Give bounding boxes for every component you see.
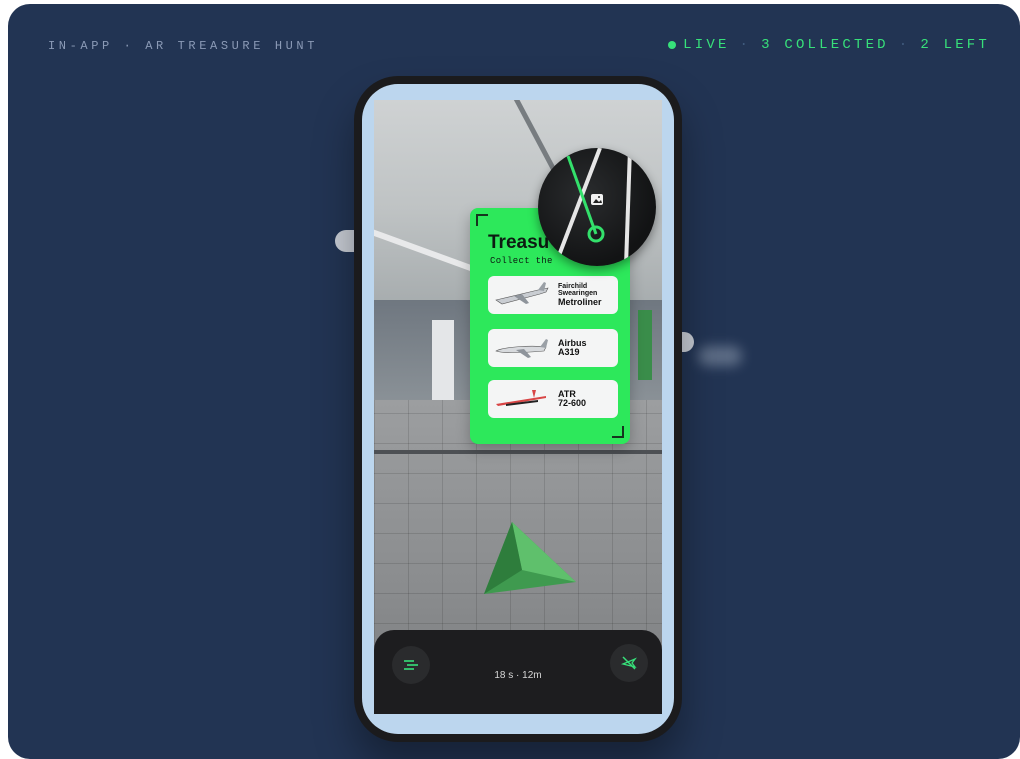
item-label: ATR 72-600 xyxy=(558,389,587,409)
item-label-line: 72-600 xyxy=(558,398,587,408)
app-background: IN-APP · AR TREASURE HUNT LIVE · 3 COLLE… xyxy=(8,4,1020,759)
mode-label: IN-APP · AR TREASURE HUNT xyxy=(48,39,319,53)
collected-count: 3 COLLECTED xyxy=(761,37,889,53)
ghost-blur-right xyxy=(698,346,742,366)
card-corner-bracket xyxy=(612,426,624,438)
paper-plane-arrow-icon xyxy=(484,522,576,594)
scene-pillar xyxy=(638,310,652,380)
magnifier-lens xyxy=(538,148,656,266)
status-separator: · xyxy=(739,37,752,53)
card-subtitle: Collect the xyxy=(490,256,553,266)
live-label: LIVE xyxy=(683,37,730,53)
left-count: 2 LEFT xyxy=(920,37,990,53)
item-label: Airbus A319 xyxy=(558,338,587,358)
phone-screen-border: Treasu Collect the Fairchild Swearingen … xyxy=(362,84,674,734)
floor-stripe xyxy=(374,450,662,454)
item-label: Fairchild Swearingen Metroliner xyxy=(558,283,602,307)
item-label-line: Metroliner xyxy=(558,296,602,307)
card-corner-bracket xyxy=(476,214,488,226)
bottom-control-bar: 18 s · 12m xyxy=(374,630,662,714)
card-title: Treasu xyxy=(488,232,550,253)
treasure-item[interactable]: Fairchild Swearingen Metroliner xyxy=(488,276,618,314)
plane-thumbnail-icon xyxy=(495,282,549,305)
no-plane-button[interactable] xyxy=(610,644,648,682)
status-separator: · xyxy=(898,37,911,53)
item-label-line: A319 xyxy=(558,347,580,357)
plane-thumbnail-icon xyxy=(495,339,548,358)
no-plane-icon xyxy=(620,656,637,670)
item-label-line: Fairchild xyxy=(558,282,588,290)
plane-thumbnail-icon xyxy=(496,390,546,406)
scene-pillar xyxy=(432,320,454,400)
treasure-item[interactable]: Airbus A319 xyxy=(488,329,618,367)
live-dot-icon xyxy=(668,41,677,49)
lens-graphic-icon xyxy=(556,148,632,266)
ar-camera-view[interactable]: Treasu Collect the Fairchild Swearingen … xyxy=(374,100,662,714)
status-bar: LIVE · 3 COLLECTED · 2 LEFT xyxy=(668,37,990,53)
phone-frame: Treasu Collect the Fairchild Swearingen … xyxy=(354,76,682,742)
treasure-item[interactable]: ATR 72-600 xyxy=(488,380,618,418)
